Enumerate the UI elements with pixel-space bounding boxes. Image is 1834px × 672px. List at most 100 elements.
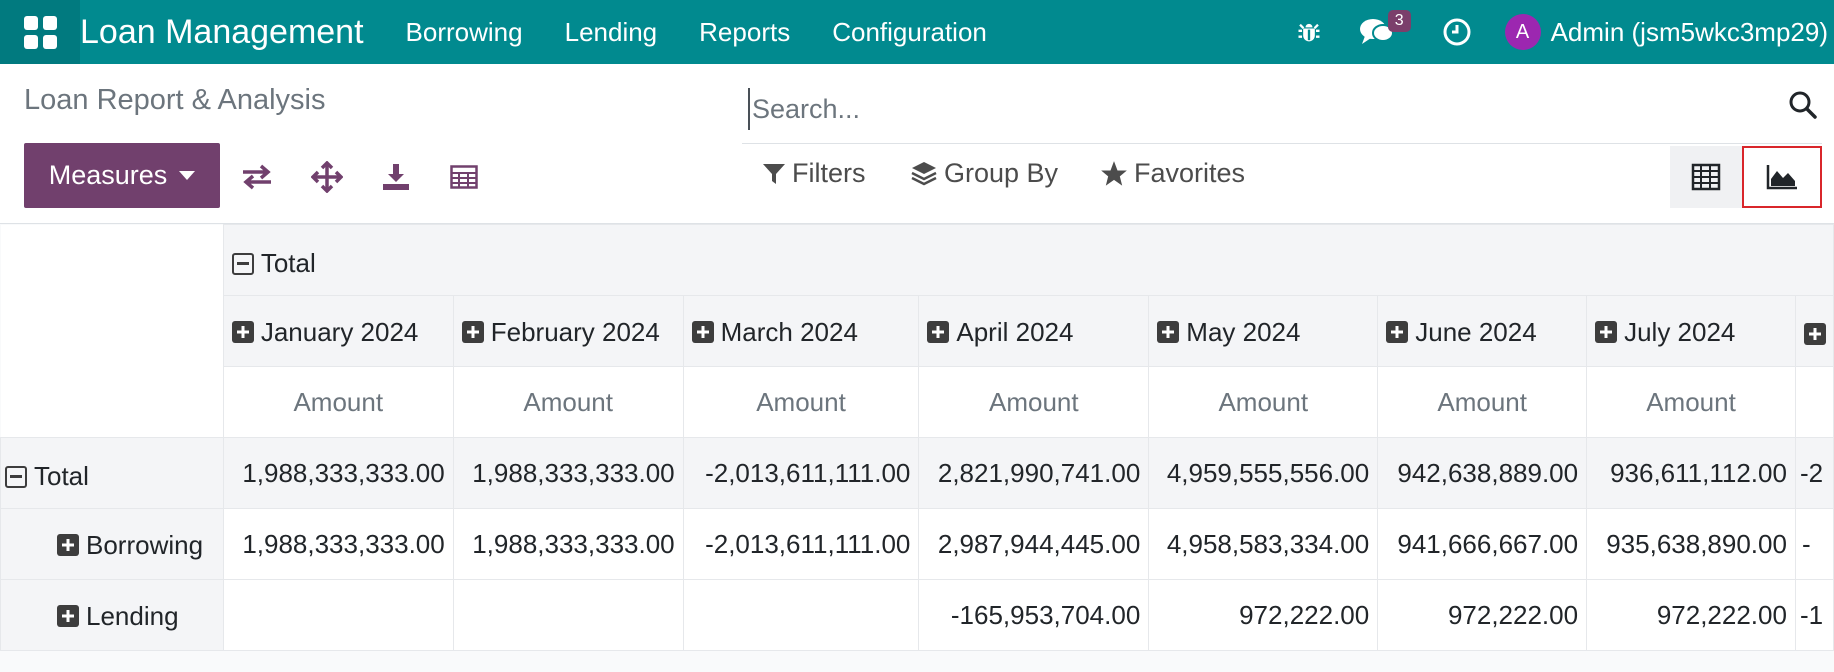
expand-icon (57, 605, 79, 628)
measure-header[interactable]: Amount (682, 366, 920, 438)
top-navbar: Loan Management Borrowing Lending Report… (0, 0, 1834, 64)
apps-grid-icon (23, 15, 57, 49)
corner-cell (0, 224, 224, 296)
pivot-table: Total January 2024 February 2024 March 2… (0, 224, 1834, 651)
col-header-month[interactable]: March 2024 (682, 295, 920, 367)
table-row: Borrowing 1,988,333,333.00 1,988,333,333… (0, 508, 1834, 580)
value-cell[interactable] (222, 579, 454, 651)
app-menu-button[interactable] (0, 0, 80, 64)
debug-bug-icon[interactable] (1289, 12, 1329, 52)
page-title: Loan Report & Analysis (24, 84, 326, 116)
value-cell[interactable]: 936,611,112.00 (1586, 437, 1796, 509)
pivot-table-container: Total January 2024 February 2024 March 2… (0, 224, 1834, 672)
measure-header[interactable]: Amount (1377, 366, 1588, 438)
messages-badge: 3 (1387, 10, 1411, 32)
value-cell[interactable]: 1,988,333,333.00 (452, 508, 684, 580)
corner-cell (0, 295, 224, 367)
row-header-borrowing[interactable]: Borrowing (0, 508, 224, 580)
value-cell[interactable]: 1,988,333,333.00 (222, 437, 454, 509)
value-cell[interactable]: 2,987,944,445.00 (918, 508, 1150, 580)
filters-button[interactable]: Filters (762, 158, 866, 189)
expand-icon (57, 534, 79, 557)
pivot-table-icon (1691, 163, 1721, 191)
messages-chat-icon[interactable]: 3 (1357, 10, 1411, 52)
collapse-icon (5, 465, 27, 488)
layers-icon (911, 161, 937, 185)
collapse-icon (231, 252, 254, 275)
row-header-lending[interactable]: Lending (0, 579, 224, 651)
expand-icon (691, 321, 714, 344)
value-cell[interactable]: 941,666,667.00 (1377, 508, 1588, 580)
value-cell[interactable]: 972,222.00 (1148, 579, 1379, 651)
col-header-month[interactable] (1794, 295, 1834, 367)
expand-icon (1157, 321, 1180, 344)
menu-configuration[interactable]: Configuration (832, 17, 987, 48)
activity-clock-icon[interactable] (1437, 12, 1477, 52)
download-icon[interactable] (379, 160, 413, 194)
value-cell[interactable] (682, 579, 920, 651)
expand-icon (1803, 322, 1826, 345)
measure-header[interactable]: Amount (222, 366, 454, 438)
search-bar (742, 74, 1822, 144)
expand-icon (1595, 321, 1618, 344)
value-cell[interactable] (452, 579, 684, 651)
expand-icon (231, 321, 254, 344)
table-row: Lending -165,953,704.00 972,222.00 972,2… (0, 579, 1834, 651)
menu-borrowing[interactable]: Borrowing (406, 17, 523, 48)
col-header-month[interactable]: April 2024 (918, 295, 1150, 367)
measures-label: Measures (48, 160, 168, 190)
expand-icon (461, 321, 484, 344)
graph-view-button[interactable] (1742, 146, 1822, 208)
measure-header[interactable]: Amount (918, 366, 1150, 438)
measure-header[interactable]: Amount (1148, 366, 1379, 438)
measure-header[interactable] (1794, 366, 1834, 438)
value-cell[interactable]: 935,638,890.00 (1586, 508, 1796, 580)
expand-icon (927, 321, 950, 344)
search-input[interactable] (748, 88, 1748, 130)
corner-cell (0, 366, 224, 438)
area-chart-icon (1766, 165, 1797, 190)
view-switcher (1670, 146, 1822, 208)
user-avatar[interactable]: A (1504, 14, 1541, 50)
group-by-button[interactable]: Group By (910, 158, 1058, 189)
value-cell[interactable]: -2,013,611,111.00 (682, 437, 920, 509)
expand-all-icon[interactable] (310, 160, 344, 194)
expand-icon (1386, 321, 1409, 344)
measure-header[interactable]: Amount (452, 366, 684, 438)
value-cell[interactable]: -1 (1794, 579, 1834, 651)
search-icon[interactable] (1788, 90, 1818, 125)
measure-header[interactable]: Amount (1586, 366, 1796, 438)
value-cell[interactable]: 972,222.00 (1377, 579, 1588, 651)
table-row: Total 1,988,333,333.00 1,988,333,333.00 … (0, 437, 1834, 509)
app-brand[interactable]: Loan Management (80, 13, 364, 52)
favorites-button[interactable]: Favorites (1100, 158, 1245, 189)
value-cell[interactable]: 1,988,333,333.00 (222, 508, 454, 580)
value-cell[interactable]: -2,013,611,111.00 (682, 508, 920, 580)
value-cell[interactable]: -165,953,704.00 (918, 579, 1150, 651)
flip-axis-icon[interactable] (240, 160, 274, 194)
pivot-view-button[interactable] (1670, 146, 1742, 208)
user-menu[interactable]: Admin (jsm5wkc3mp29) (1551, 17, 1828, 48)
value-cell[interactable]: 1,988,333,333.00 (452, 437, 684, 509)
value-cell[interactable]: 972,222.00 (1586, 579, 1796, 651)
col-header-month[interactable]: May 2024 (1148, 295, 1379, 367)
value-cell[interactable]: 4,958,583,334.00 (1148, 508, 1379, 580)
filter-funnel-icon (763, 163, 785, 184)
caret-down-icon (179, 171, 196, 180)
value-cell[interactable]: 2,821,990,741.00 (918, 437, 1150, 509)
col-header-total[interactable]: Total (222, 224, 1834, 296)
menu-reports[interactable]: Reports (699, 17, 790, 48)
col-header-month[interactable]: February 2024 (452, 295, 684, 367)
insert-spreadsheet-icon[interactable] (447, 160, 481, 194)
value-cell[interactable]: 4,959,555,556.00 (1148, 437, 1379, 509)
value-cell[interactable]: -2 (1794, 437, 1834, 509)
col-header-month[interactable]: July 2024 (1586, 295, 1796, 367)
col-header-month[interactable]: June 2024 (1377, 295, 1588, 367)
col-header-month[interactable]: January 2024 (222, 295, 454, 367)
row-header-total[interactable]: Total (0, 437, 224, 509)
measures-button[interactable]: Measures (24, 143, 220, 208)
value-cell[interactable]: - (1794, 508, 1834, 580)
menu-lending[interactable]: Lending (565, 17, 658, 48)
star-icon (1101, 160, 1127, 186)
value-cell[interactable]: 942,638,889.00 (1377, 437, 1588, 509)
